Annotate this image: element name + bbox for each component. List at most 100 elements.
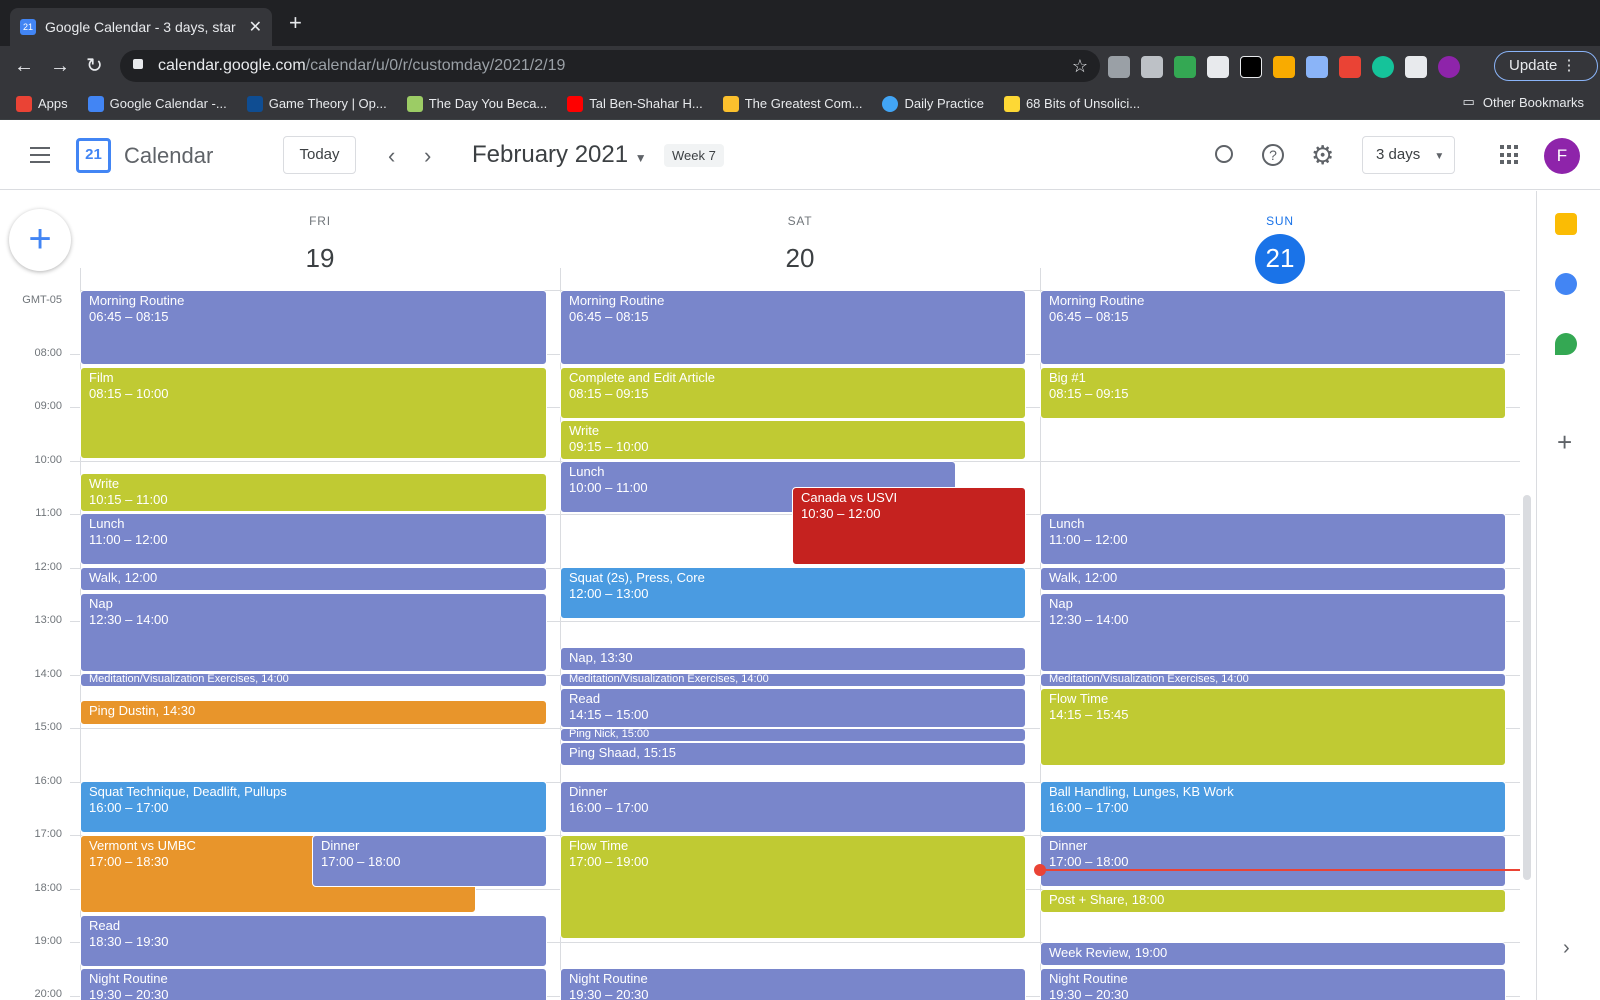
event-write[interactable]: Write 10:15 – 11:00 — [80, 473, 547, 512]
previous-period-icon[interactable]: ‹ — [388, 143, 395, 169]
search-icon[interactable] — [1215, 145, 1233, 163]
close-tab-icon[interactable]: ✕ — [249, 17, 262, 37]
tasks-icon[interactable] — [1555, 273, 1577, 295]
event-nap[interactable]: Nap, 13:30 — [560, 647, 1026, 671]
main-menu-icon[interactable] — [30, 147, 50, 163]
event-lunch[interactable]: Lunch 11:00 – 12:00 — [80, 513, 547, 565]
event-ball-handling[interactable]: Ball Handling, Lunges, KB Work 16:00 – 17… — [1040, 781, 1506, 833]
bookmark-apps[interactable]: Apps — [16, 95, 68, 112]
event-morning-routine[interactable]: Morning Routine 06:45 – 08:15 — [80, 290, 547, 365]
bookmark-day-you-became[interactable]: The Day You Beca... — [406, 95, 547, 112]
event-morning-routine[interactable]: Morning Routine 06:45 – 08:15 — [1040, 290, 1506, 365]
event-film[interactable]: Film 08:15 – 10:00 — [80, 367, 547, 459]
video-extension-icon[interactable] — [1339, 56, 1361, 78]
browser-tab[interactable]: 21 Google Calendar - 3 days, star ✕ — [10, 8, 272, 46]
event-lunch[interactable]: Lunch 11:00 – 12:00 — [1040, 513, 1506, 565]
folder-icon: ▭ — [1462, 94, 1475, 109]
event-read[interactable]: Read 14:15 – 15:00 — [560, 688, 1026, 728]
event-meditation[interactable]: Meditation/Visualization Exercises, 14:0… — [560, 673, 1026, 687]
hour-label: 18:00 — [34, 882, 62, 894]
event-meditation[interactable]: Meditation/Visualization Exercises, 14:0… — [1040, 673, 1506, 687]
pocket-icon[interactable] — [1108, 56, 1130, 78]
event-morning-routine[interactable]: Morning Routine 06:45 – 08:15 — [560, 290, 1026, 365]
address-bar[interactable]: calendar.google.com/calendar/u/0/r/custo… — [120, 50, 1100, 82]
bookmark-tal-ben-shahar[interactable]: Tal Ben-Shahar H... — [567, 95, 703, 112]
calendar-favicon-icon: 21 — [20, 19, 36, 35]
grammarly-icon[interactable] — [1372, 56, 1394, 78]
add-addon-icon[interactable]: + — [1557, 427, 1572, 458]
rainbow-extension-icon[interactable] — [1174, 56, 1196, 78]
printer-icon[interactable] — [1141, 56, 1163, 78]
bookmark-68-bits[interactable]: 68 Bits of Unsolici... — [1003, 95, 1140, 112]
event-night-routine[interactable]: Night Routine 19:30 – 20:30 — [560, 968, 1026, 1000]
event-dinner[interactable]: Dinner 17:00 – 18:00 — [1040, 835, 1506, 887]
scrollbar[interactable] — [1523, 495, 1531, 880]
event-walk[interactable]: Walk, 12:00 — [80, 567, 547, 591]
day-header-fri[interactable]: FRI 19 — [80, 214, 560, 282]
today-button[interactable]: Today — [283, 136, 356, 174]
event-week-review[interactable]: Week Review, 19:00 — [1040, 942, 1506, 966]
event-walk[interactable]: Walk, 12:00 — [1040, 567, 1506, 591]
event-canada-vs-usvi[interactable]: Canada vs USVI 10:30 – 12:00 — [792, 487, 1026, 565]
event-meditation[interactable]: Meditation/Visualization Exercises, 14:0… — [80, 673, 547, 687]
settings-gear-icon[interactable]: ⚙ — [1311, 142, 1334, 168]
event-title: Meditation/Visualization Exercises — [1049, 673, 1216, 685]
forward-icon[interactable]: → — [50, 54, 70, 78]
event-dinner[interactable]: Dinner 17:00 – 18:00 — [312, 835, 547, 887]
google-apps-icon[interactable] — [1500, 145, 1520, 165]
bookmark-greatest-com[interactable]: The Greatest Com... — [722, 95, 862, 112]
event-night-routine[interactable]: Night Routine 19:30 – 20:30 — [1040, 968, 1506, 1000]
event-read[interactable]: Read 18:30 – 19:30 — [80, 915, 547, 967]
keep-icon[interactable] — [1555, 213, 1577, 235]
bookmark-google-calendar[interactable]: Google Calendar -... — [87, 95, 227, 112]
create-event-button[interactable]: + — [9, 209, 71, 271]
update-button[interactable]: Update ⋮ — [1494, 51, 1598, 81]
day-number[interactable]: 20 — [560, 234, 1040, 282]
bookmark-star-icon[interactable]: ☆ — [1072, 50, 1088, 82]
profile-icon[interactable] — [1438, 56, 1460, 78]
event-flow-time[interactable]: Flow Time 17:00 – 19:00 — [560, 835, 1026, 939]
new-tab-icon[interactable]: + — [289, 12, 302, 34]
next-period-icon[interactable]: › — [424, 143, 431, 169]
expand-panel-icon[interactable]: › — [1563, 937, 1570, 960]
event-big-1[interactable]: Big #1 08:15 – 09:15 — [1040, 367, 1506, 419]
event-ping-nick[interactable]: Ping Nick, 15:00 — [560, 728, 1026, 742]
event-title: Walk — [89, 570, 118, 585]
day-number-today[interactable]: 21 — [1255, 234, 1305, 284]
event-squat-press-core[interactable]: Squat (2s), Press, Core 12:00 – 13:00 — [560, 567, 1026, 619]
event-post-share[interactable]: Post + Share, 18:00 — [1040, 889, 1506, 913]
event-time: 11:00 – 12:00 — [89, 532, 168, 547]
account-avatar[interactable]: F — [1544, 138, 1580, 174]
back-icon[interactable]: ← — [14, 54, 34, 78]
bookmark-game-theory[interactable]: Game Theory | Op... — [246, 95, 387, 112]
help-icon[interactable]: ? — [1262, 144, 1284, 166]
day-header-sat[interactable]: SAT 20 — [560, 214, 1040, 282]
reload-icon[interactable]: ↻ — [86, 54, 103, 78]
day-number[interactable]: 19 — [80, 234, 560, 282]
view-selector[interactable]: 3 days ▼ — [1362, 136, 1455, 174]
event-nap[interactable]: Nap 12:30 – 14:00 — [1040, 593, 1506, 672]
other-bookmarks[interactable]: ▭ Other Bookmarks — [1463, 94, 1584, 110]
event-time: 12:00 — [124, 570, 158, 585]
event-nap[interactable]: Nap 12:30 – 14:00 — [80, 593, 547, 672]
event-complete-edit-article[interactable]: Complete and Edit Article 08:15 – 09:15 — [560, 367, 1026, 419]
notes-extension-icon[interactable] — [1207, 56, 1229, 78]
event-ping-shaad[interactable]: Ping Shaad, 15:15 — [560, 742, 1026, 766]
play-extension-icon[interactable] — [1240, 56, 1262, 78]
event-ping-dustin[interactable]: Ping Dustin, 14:30 — [80, 700, 547, 725]
month-label[interactable]: February 2021 ▼ — [472, 141, 647, 169]
day-header-sun[interactable]: SUN 21 — [1040, 214, 1520, 284]
event-write[interactable]: Write 09:15 – 10:00 — [560, 420, 1026, 460]
puzzle-icon[interactable] — [1405, 56, 1427, 78]
event-dinner[interactable]: Dinner 16:00 – 17:00 — [560, 781, 1026, 833]
event-title: Night Routine — [1049, 971, 1128, 986]
event-night-routine[interactable]: Night Routine 19:30 – 20:30 — [80, 968, 547, 1000]
event-flow-time[interactable]: Flow Time 14:15 – 15:45 — [1040, 688, 1506, 766]
mail-extension-icon[interactable] — [1306, 56, 1328, 78]
event-time: 10:30 – 12:00 — [801, 506, 881, 521]
hourglass-icon[interactable] — [1273, 56, 1295, 78]
event-squat-technique[interactable]: Squat Technique, Deadlift, Pullups 16:00 … — [80, 781, 547, 833]
bookmark-daily-practice[interactable]: Daily Practice — [882, 95, 984, 112]
event-time: 15:15 — [643, 745, 677, 760]
maps-icon[interactable] — [1555, 333, 1577, 355]
